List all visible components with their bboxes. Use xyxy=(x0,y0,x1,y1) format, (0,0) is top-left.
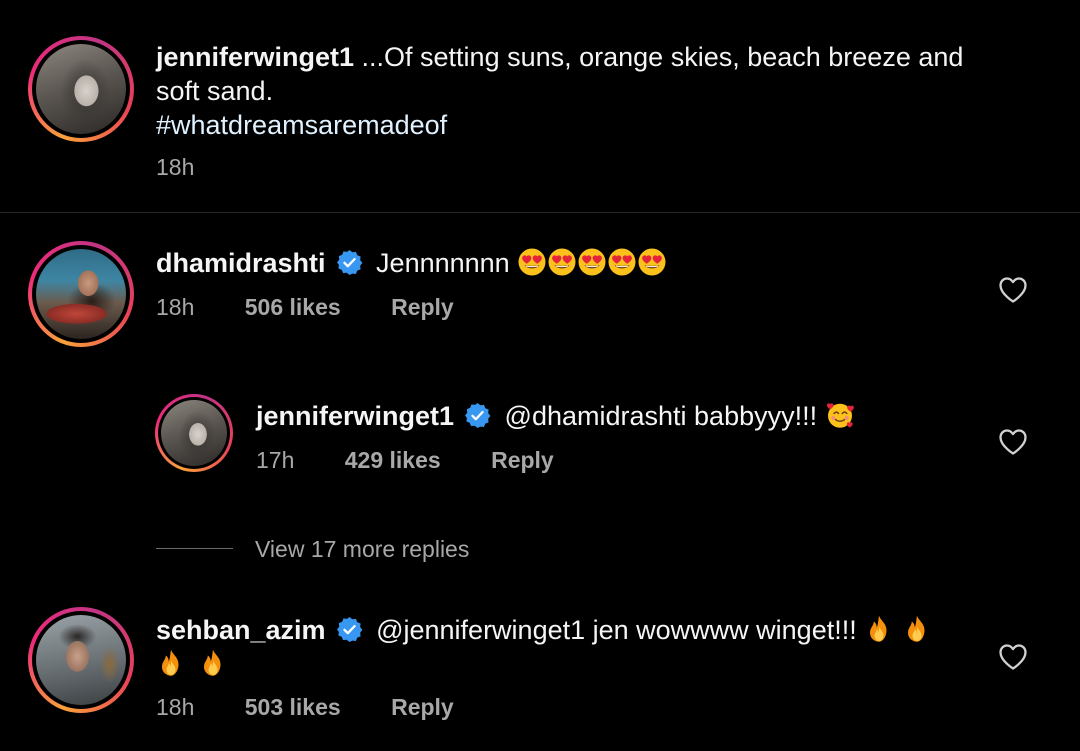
comments-screen: jenniferwinget1 ...Of setting suns, oran… xyxy=(0,0,1080,751)
caption-line1: ...Of setting suns, orange skies, beach … xyxy=(354,42,964,72)
emoji-group xyxy=(517,248,667,278)
verified-badge-icon xyxy=(336,249,363,276)
reply-body: @dhamidrashti babbyyy!!! xyxy=(504,401,818,431)
reply-text: jenniferwinget1 @dhamidrashti babbyyy!!! xyxy=(256,399,855,433)
verified-badge-icon xyxy=(336,616,363,643)
reply-button[interactable]: Reply xyxy=(391,294,454,321)
heart-eyes-emoji-icon xyxy=(637,247,667,277)
comment-time: 18h xyxy=(156,694,195,720)
reply-button[interactable]: Reply xyxy=(391,694,454,721)
reply-meta: 17h 429 likes Reply xyxy=(256,447,554,474)
comment-username[interactable]: dhamidrashti xyxy=(156,248,326,278)
like-heart-icon[interactable] xyxy=(998,276,1028,304)
comment-body: @jenniferwinget1 jen wowwww winget!!! xyxy=(376,615,857,645)
reply-time: 17h xyxy=(256,447,295,473)
comment-meta: 18h 506 likes Reply xyxy=(156,294,454,321)
reply-username[interactable]: jenniferwinget1 xyxy=(256,401,454,431)
caption-text: jenniferwinget1 ...Of setting suns, oran… xyxy=(156,40,1036,142)
comment-likes[interactable]: 506 likes xyxy=(245,294,341,321)
fire-emoji-icon xyxy=(156,648,186,678)
comment-avatar[interactable] xyxy=(28,607,134,713)
fire-emoji-icon xyxy=(198,648,228,678)
avatar-image xyxy=(36,44,126,134)
heart-eyes-emoji-icon xyxy=(607,247,637,277)
like-heart-icon[interactable] xyxy=(998,643,1028,671)
like-heart-icon[interactable] xyxy=(998,428,1028,456)
comment-text: sehban_azim @jenniferwinget1 jen wowwww … xyxy=(156,613,976,681)
heart-eyes-emoji-icon xyxy=(517,247,547,277)
comment-likes[interactable]: 503 likes xyxy=(245,694,341,721)
fire-emoji-icon xyxy=(902,614,932,644)
comment-time: 18h xyxy=(156,294,195,320)
reply-avatar[interactable] xyxy=(155,394,233,472)
verified-badge-icon xyxy=(464,402,491,429)
fire-emoji-icon xyxy=(864,614,894,644)
avatar-image xyxy=(36,615,126,705)
caption-avatar[interactable] xyxy=(28,36,134,142)
smiling-face-with-hearts-emoji-icon xyxy=(825,400,855,430)
caption-time: 18h xyxy=(156,154,195,180)
comment-avatar[interactable] xyxy=(28,241,134,347)
heart-eyes-emoji-icon xyxy=(547,247,577,277)
comment-body: Jennnnnnn xyxy=(376,248,510,278)
view-more-divider xyxy=(156,548,233,549)
caption-hashtag[interactable]: #whatdreamsaremadeof xyxy=(156,110,447,140)
comment-text: dhamidrashti Jennnnnnn xyxy=(156,246,667,280)
comment-username[interactable]: sehban_azim xyxy=(156,615,326,645)
view-more-replies-link[interactable]: View 17 more replies xyxy=(255,536,469,563)
avatar-image xyxy=(161,400,227,466)
reply-button[interactable]: Reply xyxy=(491,447,554,474)
reply-likes[interactable]: 429 likes xyxy=(345,447,441,474)
caption-username[interactable]: jenniferwinget1 xyxy=(156,42,354,72)
caption-divider xyxy=(0,212,1080,213)
heart-eyes-emoji-icon xyxy=(577,247,607,277)
caption-line2: soft sand. xyxy=(156,76,274,106)
caption-meta: 18h xyxy=(156,154,194,181)
avatar-image xyxy=(36,249,126,339)
comment-meta: 18h 503 likes Reply xyxy=(156,694,454,721)
